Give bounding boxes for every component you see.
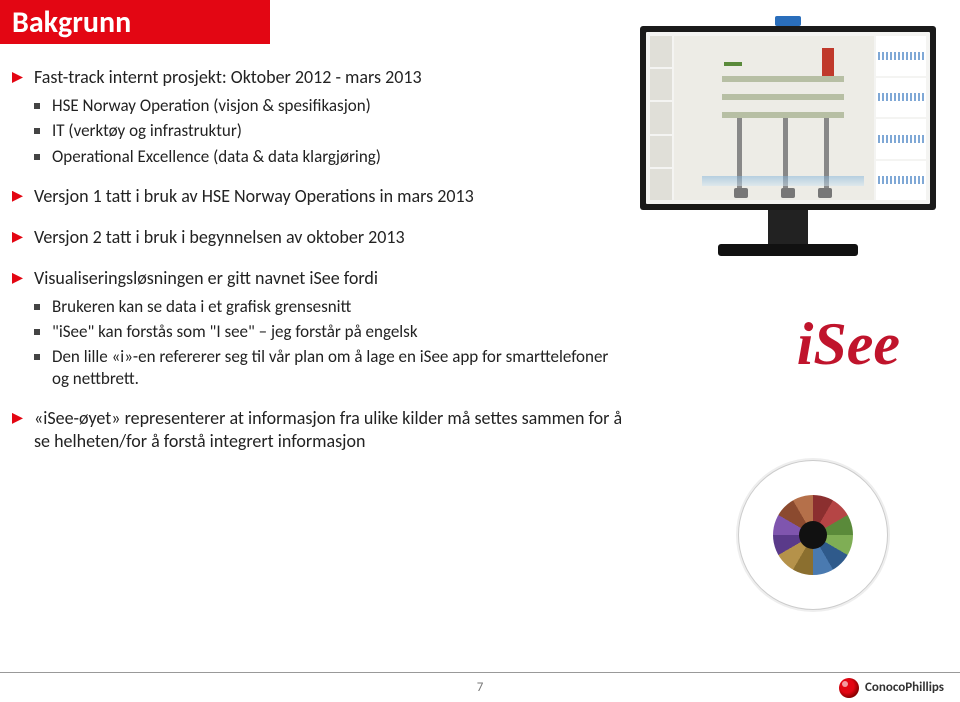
screenshot-main	[674, 36, 874, 200]
monitor-foot	[718, 244, 858, 256]
monitor-image	[640, 26, 936, 258]
bullet-l2: Den lille «i»-en refererer seg til vår p…	[34, 346, 612, 389]
isee-eye-icon	[738, 460, 888, 610]
bullet-text: "iSee" kan forstås som "I see" – jeg for…	[52, 321, 418, 342]
bullet-text: Fast-track internt prosjekt: Oktober 201…	[34, 66, 422, 88]
bullet-text: Versjon 1 tatt i bruk av HSE Norway Oper…	[34, 185, 474, 207]
eye-iris	[773, 495, 853, 575]
brand-name: ConocoPhillips	[865, 680, 944, 695]
bullet-l1: Fast-track internt prosjekt: Oktober 201…	[12, 66, 612, 167]
monitor-brand-badge	[775, 16, 801, 26]
bullet-l2: Operational Excellence (data & data klar…	[34, 146, 612, 167]
bullet-l2: Brukeren kan se data i et grafisk grense…	[34, 296, 612, 317]
monitor-stand	[768, 210, 808, 244]
bullet-text: IT (verktøy og infrastruktur)	[52, 120, 242, 141]
bullet-text: «iSee-øyet» representerer at informasjon…	[34, 407, 622, 452]
bullet-l2: HSE Norway Operation (visjon & spesifika…	[34, 95, 612, 116]
bullet-l2: IT (verktøy og infrastruktur)	[34, 120, 612, 141]
eye-pupil	[799, 521, 827, 549]
brand-area: ConocoPhillips	[839, 678, 944, 698]
screenshot-sidebar	[650, 36, 672, 200]
brand-logo-icon	[839, 678, 859, 698]
page-title: Bakgrunn	[12, 4, 131, 41]
bullet-text: Operational Excellence (data & data klar…	[52, 146, 381, 167]
rig-diagram	[722, 76, 844, 180]
bullet-l1: «iSee-øyet» representerer at informasjon…	[12, 407, 632, 453]
bullet-l1: Versjon 1 tatt i bruk av HSE Norway Oper…	[12, 185, 612, 208]
bullet-text: Visualiseringsløsningen er gitt navnet i…	[34, 267, 378, 289]
footer: 7 ConocoPhillips	[0, 672, 960, 702]
bullet-l1: Versjon 2 tatt i bruk i begynnelsen av o…	[12, 226, 612, 249]
isee-logo-text: iSee	[797, 311, 900, 377]
screenshot-sparklines	[876, 36, 926, 200]
monitor-bezel	[640, 26, 936, 210]
bullet-text: Den lille «i»-en refererer seg til vår p…	[52, 346, 608, 388]
page-number: 7	[477, 680, 484, 695]
isee-logo: iSee	[797, 310, 900, 379]
bullet-text: HSE Norway Operation (visjon & spesifika…	[52, 95, 371, 116]
bullet-text: Versjon 2 tatt i bruk i begynnelsen av o…	[34, 226, 405, 248]
bullet-l1: Visualiseringsløsningen er gitt navnet i…	[12, 267, 612, 389]
bullet-l2: "iSee" kan forstås som "I see" – jeg for…	[34, 321, 612, 342]
content-area: Fast-track internt prosjekt: Oktober 201…	[12, 66, 612, 471]
monitor-screen	[646, 32, 930, 204]
bullet-text: Brukeren kan se data i et grafisk grense…	[52, 296, 351, 317]
